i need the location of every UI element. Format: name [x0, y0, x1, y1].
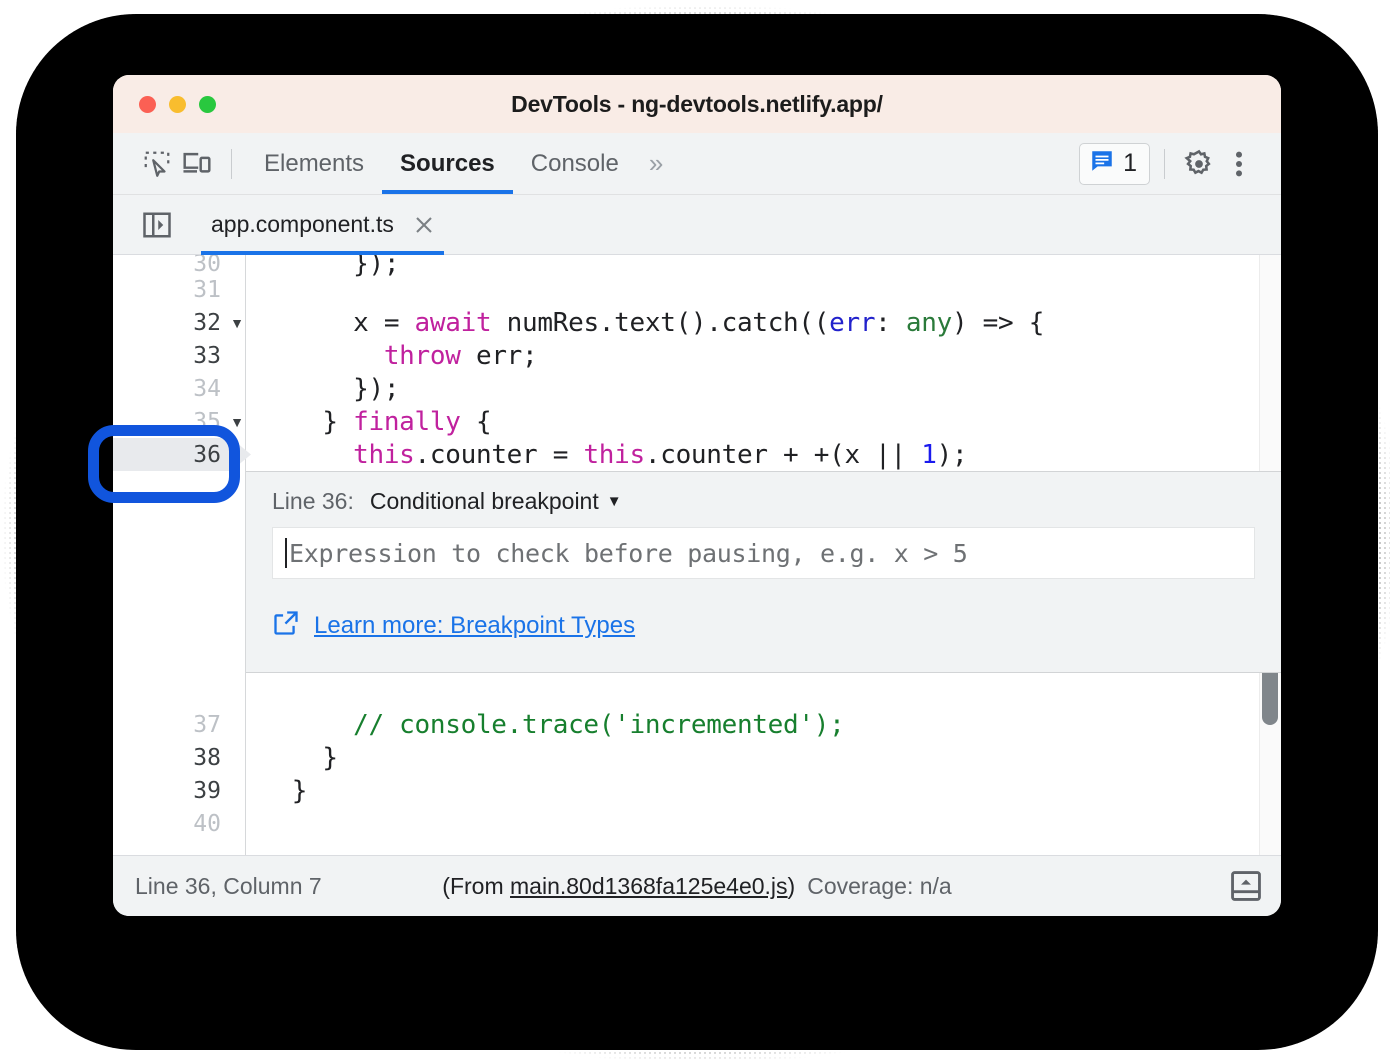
file-tab-app-component-ts[interactable]: app.component.ts: [195, 195, 450, 255]
maximize-window-button[interactable]: [199, 96, 216, 113]
chevron-down-icon: ▼: [607, 494, 622, 509]
cursor-position: Line 36, Column 7: [135, 873, 322, 900]
issues-message-icon: [1089, 148, 1115, 179]
code-line-38: 38 }: [113, 741, 1281, 774]
code-line-34: 34 });: [113, 372, 1281, 405]
code-text-36: this.counter = this.counter + +(x || 1);: [245, 440, 1281, 470]
line-number-38[interactable]: 38: [113, 745, 229, 771]
line-number-31[interactable]: 31: [113, 277, 229, 303]
breakpoint-type-dropdown[interactable]: Conditional breakpoint ▼: [370, 488, 622, 515]
device-toolbar-icon[interactable]: [177, 144, 217, 184]
line-number-33[interactable]: 33: [113, 343, 229, 369]
code-line-39: 39 }: [113, 774, 1281, 807]
breakpoint-editor-header: Line 36: Conditional breakpoint ▼: [246, 472, 1281, 527]
code-line-32: 32▼ x = await numRes.text().catch((err: …: [113, 306, 1281, 339]
tab-elements[interactable]: Elements: [246, 133, 382, 194]
file-tab-label: app.component.ts: [211, 211, 394, 238]
code-text-38: }: [245, 743, 1281, 773]
code-text-35: } finally {: [245, 407, 1281, 437]
fold-toggle-icon-35[interactable]: ▼: [229, 415, 245, 429]
tab-console[interactable]: Console: [513, 133, 637, 194]
line-number-39[interactable]: 39: [113, 778, 229, 804]
issues-button[interactable]: 1: [1079, 143, 1150, 185]
code-text-37: // console.trace('incremented');: [245, 710, 1281, 740]
code-line-37: 37 // console.trace('incremented');: [113, 708, 1281, 741]
learn-more-link[interactable]: Learn more: Breakpoint Types: [246, 579, 1281, 672]
code-text-32: x = await numRes.text().catch((err: any)…: [245, 308, 1281, 338]
code-line-36: 36 this.counter = this.counter + +(x || …: [113, 438, 1281, 471]
line-number-36[interactable]: 36: [113, 442, 229, 468]
toolbar-divider: [231, 149, 232, 179]
code-line-31: 31: [113, 273, 1281, 306]
external-link-icon: [272, 609, 300, 642]
code-editor[interactable]: 30 });3132▼ x = await numRes.text().catc…: [113, 255, 1281, 855]
show-drawer-icon[interactable]: [1229, 869, 1263, 903]
code-line-35: 35▼ } finally {: [113, 405, 1281, 438]
breakpoint-expression-input[interactable]: Expression to check before pausing, e.g.…: [272, 527, 1255, 579]
title-bar: DevTools - ng-devtools.netlify.app/: [113, 75, 1281, 133]
show-navigator-icon[interactable]: [135, 203, 179, 247]
toolbar-divider-right: [1164, 149, 1165, 179]
code-text-33: throw err;: [245, 341, 1281, 371]
learn-more-label: Learn more: Breakpoint Types: [314, 612, 635, 640]
text-cursor: [285, 538, 287, 568]
breakpoint-type-label: Conditional breakpoint: [370, 488, 599, 515]
tab-sources[interactable]: Sources: [382, 133, 513, 194]
line-number-32[interactable]: 32: [113, 310, 229, 336]
source-map-link[interactable]: main.80d1368fa125e4e0.js: [510, 873, 788, 899]
gear-icon[interactable]: [1179, 144, 1219, 184]
line-number-35[interactable]: 35: [113, 409, 229, 435]
window-title: DevTools - ng-devtools.netlify.app/: [113, 75, 1281, 133]
close-icon[interactable]: [412, 213, 436, 237]
file-tab-strip: app.component.ts: [113, 195, 1281, 255]
breakpoint-expression-placeholder: Expression to check before pausing, e.g.…: [289, 539, 968, 568]
toolbar-right-group: 1: [1079, 143, 1259, 185]
code-line-40: 40: [113, 807, 1281, 840]
line-number-37[interactable]: 37: [113, 712, 229, 738]
issues-count: 1: [1123, 151, 1137, 176]
source-origin: (From main.80d1368fa125e4e0.js): [442, 873, 795, 900]
three-dot-menu-icon[interactable]: [1219, 144, 1259, 184]
source-origin-group: (From main.80d1368fa125e4e0.js) Coverage…: [442, 873, 951, 900]
inspect-element-icon[interactable]: [137, 144, 177, 184]
editor-status-bar: Line 36, Column 7 (From main.80d1368fa12…: [113, 855, 1281, 916]
from-prefix: (From: [442, 873, 510, 899]
close-window-button[interactable]: [139, 96, 156, 113]
devtools-toolbar: Elements Sources Console » 1: [113, 133, 1281, 195]
more-panels-icon[interactable]: »: [637, 148, 672, 179]
minimize-window-button[interactable]: [169, 96, 186, 113]
code-line-33: 33 throw err;: [113, 339, 1281, 372]
devtools-window: DevTools - ng-devtools.netlify.app/ Elem…: [113, 75, 1281, 916]
line-number-34[interactable]: 34: [113, 376, 229, 402]
from-suffix: ): [788, 873, 796, 899]
line-number-40[interactable]: 40: [113, 811, 229, 837]
conditional-breakpoint-editor: Line 36: Conditional breakpoint ▼ Expres…: [246, 471, 1281, 673]
coverage-status: Coverage: n/a: [807, 873, 951, 900]
code-text-34: });: [245, 374, 1281, 404]
code-text-39: }: [245, 776, 1281, 806]
breakpoint-line-label: Line 36:: [272, 488, 354, 515]
fold-toggle-icon-32[interactable]: ▼: [229, 316, 245, 330]
